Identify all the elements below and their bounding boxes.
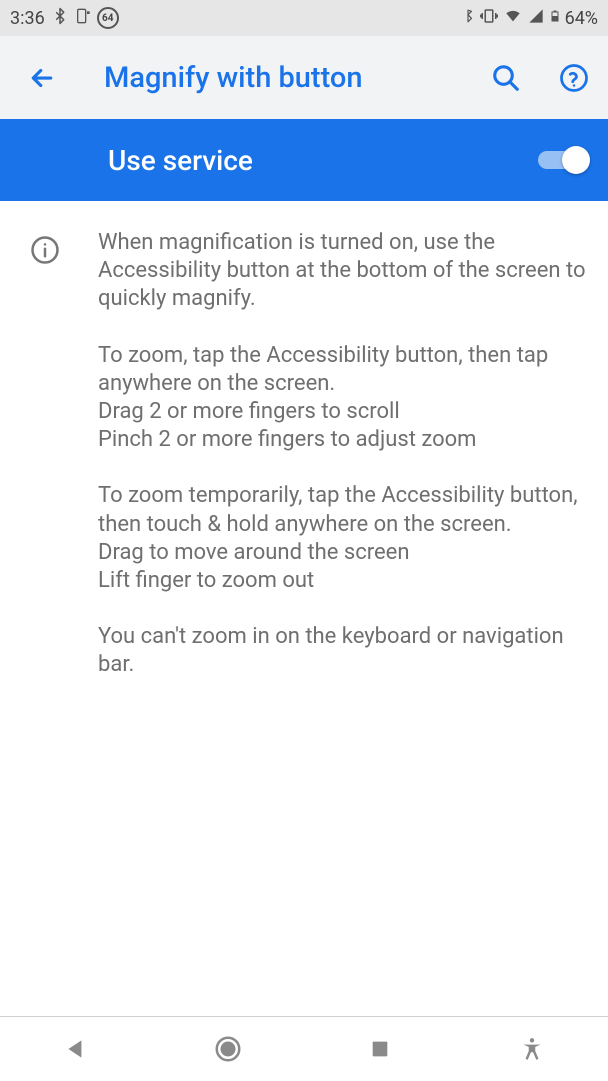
help-button[interactable] xyxy=(552,56,596,100)
nav-accessibility-button[interactable] xyxy=(508,1025,556,1073)
use-service-row[interactable]: Use service xyxy=(0,119,608,201)
cell-signal-icon xyxy=(527,8,545,29)
info-area: When magnification is turned on, use the… xyxy=(0,201,608,680)
app-bar: Magnify with button xyxy=(0,36,608,119)
status-left: 3:36 64 xyxy=(10,7,119,30)
page-title: Magnify with button xyxy=(104,61,460,95)
battery-icon xyxy=(549,7,561,30)
navigation-bar xyxy=(0,1016,608,1081)
nav-back-button[interactable] xyxy=(52,1025,100,1073)
bluetooth-icon xyxy=(461,7,475,30)
notification-count-badge: 64 xyxy=(97,7,119,29)
use-service-toggle[interactable] xyxy=(538,145,586,175)
wifi-icon xyxy=(503,8,523,29)
nav-home-button[interactable] xyxy=(204,1025,252,1073)
info-icon xyxy=(30,235,60,265)
use-service-label: Use service xyxy=(108,144,538,177)
bluetooth-muted-icon xyxy=(51,7,69,30)
info-text: When magnification is turned on, use the… xyxy=(98,229,586,680)
back-button[interactable] xyxy=(20,56,64,100)
search-button[interactable] xyxy=(484,56,528,100)
status-bar: 3:36 64 64% xyxy=(0,0,608,36)
clock: 3:36 xyxy=(10,8,45,29)
nav-recents-button[interactable] xyxy=(356,1025,404,1073)
nfc-icon xyxy=(75,7,91,30)
battery-percent: 64% xyxy=(565,8,598,29)
vibrate-icon xyxy=(479,7,499,30)
status-right: 64% xyxy=(461,7,598,30)
switch-thumb xyxy=(562,146,590,174)
